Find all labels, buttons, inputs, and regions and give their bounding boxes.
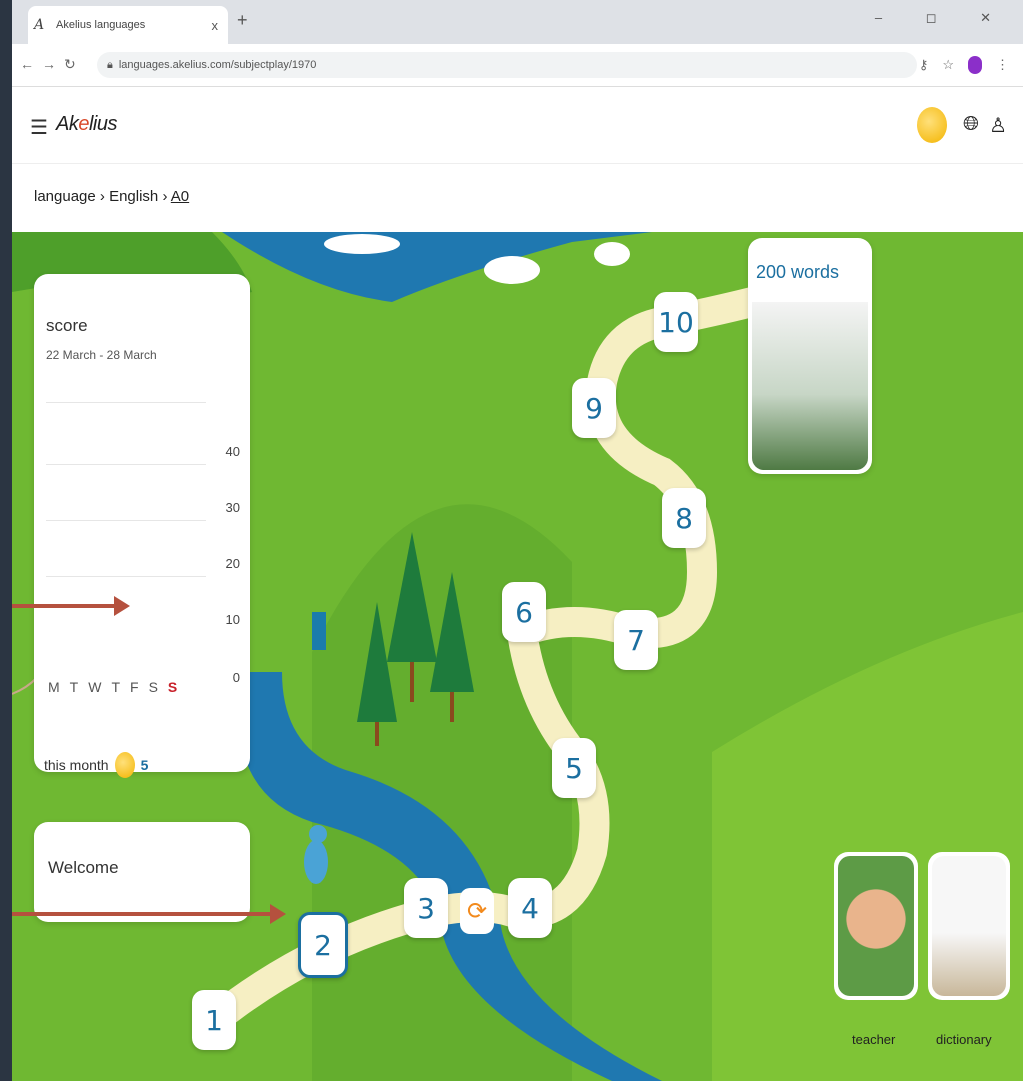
coin-icon[interactable] — [917, 107, 947, 143]
slide-background-strip — [0, 0, 12, 1081]
goal-photo — [752, 302, 868, 470]
back-icon[interactable]: ← — [20, 56, 34, 72]
forward-icon[interactable]: → — [42, 56, 56, 72]
breadcrumb-separator-icon: › — [162, 188, 168, 205]
url-field[interactable]: 🔒︎ languages.akelius.com/subjectplay/197… — [97, 52, 917, 78]
tab-close-icon[interactable]: x — [212, 18, 219, 33]
y-tick-label: 30 — [225, 500, 240, 515]
window-controls[interactable]: – ◻ ✕ — [875, 10, 1011, 26]
dictionary-label[interactable]: dictionary — [936, 1032, 992, 1047]
more-menu-icon[interactable]: ⋮ — [996, 57, 1009, 73]
hill-shape — [712, 612, 1023, 1081]
weekday-label: S — [148, 679, 158, 695]
user-profile-icon[interactable]: ♙ — [989, 113, 1007, 138]
step-3-button[interactable]: 3 — [404, 878, 448, 938]
chart-gridline — [46, 576, 206, 577]
weekday-label: M — [48, 679, 60, 695]
step-5-button[interactable]: 5 — [552, 738, 596, 798]
score-panel: score 22 March - 28 March 40 30 20 10 0 … — [34, 274, 326, 778]
cloud-shape — [594, 242, 630, 266]
annotation-arrow — [12, 904, 286, 924]
breadcrumb: language › English › A0 — [12, 164, 1023, 232]
learning-map: score 22 March - 28 March 40 30 20 10 0 … — [12, 232, 1023, 1081]
akelius-favicon-icon: A — [34, 17, 45, 33]
teacher-label[interactable]: teacher — [852, 1032, 895, 1047]
breadcrumb-separator-icon: › — [99, 188, 105, 205]
weekday-label-today: S — [167, 679, 178, 695]
app-header: ☰ Akelius 🌐︎ ♙ — [12, 87, 1023, 164]
lock-icon: 🔒︎ — [107, 58, 113, 71]
screenshot-frame: A Akelius languages x + – ◻ ✕ ← → ↻ 🔒︎ l… — [0, 0, 1023, 1081]
step-10-button[interactable]: 10 — [654, 292, 698, 352]
month-label: this month — [44, 757, 109, 773]
step-7-button[interactable]: 7 — [614, 610, 658, 670]
step-4-button[interactable]: 4 — [508, 878, 552, 938]
weekday-label: W — [88, 679, 102, 695]
logo-accent: e — [78, 113, 89, 135]
breadcrumb-english[interactable]: English — [109, 188, 158, 205]
y-tick-label: 10 — [225, 612, 240, 627]
globe-icon[interactable]: 🌐︎ — [963, 113, 979, 136]
weekday-labels: M T W T F S S — [48, 679, 177, 695]
chart-gridline — [46, 402, 206, 403]
score-date-range: 22 March - 28 March — [46, 348, 157, 362]
y-tick-label: 40 — [225, 444, 240, 459]
logo-part: Ak — [56, 113, 79, 135]
dictionary-card[interactable] — [928, 852, 1010, 1000]
profile-avatar-icon[interactable] — [968, 56, 982, 74]
chart-gridline — [46, 520, 206, 521]
step-9-button[interactable]: 9 — [572, 378, 616, 438]
tab-title: Akelius languages — [56, 19, 146, 31]
star-icon[interactable]: ☆ — [942, 57, 954, 73]
monthly-score: this month 5 — [44, 752, 148, 778]
cloud-shape — [484, 256, 540, 284]
browser-tab-bar: A Akelius languages x + – ◻ ✕ — [12, 0, 1023, 44]
lake-shape — [222, 232, 652, 302]
step-6-button[interactable]: 6 — [502, 582, 546, 642]
teacher-photo — [838, 856, 914, 996]
reload-icon[interactable]: ↻ — [64, 56, 76, 73]
logo-part: lius — [88, 113, 118, 135]
y-tick-label: 0 — [232, 670, 240, 685]
y-tick-label: 20 — [225, 556, 240, 571]
step-1-button[interactable]: 1 — [192, 990, 236, 1050]
annotation-arrow — [12, 596, 130, 616]
browser-address-bar: ← → ↻ 🔒︎ languages.akelius.com/subjectpl… — [12, 44, 1023, 87]
dictionary-photo — [932, 856, 1006, 996]
akelius-logo[interactable]: Akelius — [56, 113, 117, 136]
coin-icon — [114, 752, 135, 778]
new-tab-button[interactable]: + — [237, 10, 248, 31]
goal-card[interactable]: 200 words — [748, 238, 872, 474]
breadcrumb-language[interactable]: language — [34, 188, 96, 205]
dolphin-mascot-icon — [304, 825, 328, 884]
month-value: 5 — [140, 757, 149, 773]
breadcrumb-a0[interactable]: A0 — [171, 188, 189, 205]
chart-gridline — [46, 464, 206, 465]
step-8-button[interactable]: 8 — [662, 488, 706, 548]
score-title: score — [46, 316, 88, 335]
welcome-panel[interactable]: Welcome — [34, 822, 250, 922]
weekday-label: T — [111, 679, 121, 695]
cloud-shape — [324, 234, 400, 254]
weekday-label: T — [69, 679, 79, 695]
url-text: languages.akelius.com/subjectplay/1970 — [118, 59, 317, 71]
step-2-button[interactable]: 2 — [298, 912, 348, 978]
browser-toolbar-icons: ⚷ ☆ ⋮ — [919, 56, 1009, 74]
score-bar — [312, 612, 326, 650]
refresh-icon[interactable]: ⟳ — [460, 888, 494, 934]
hamburger-menu-icon[interactable]: ☰ — [30, 115, 48, 140]
welcome-title: Welcome — [48, 858, 119, 877]
weekday-label: F — [130, 679, 139, 695]
key-icon[interactable]: ⚷ — [919, 57, 929, 73]
teacher-card[interactable] — [834, 852, 918, 1000]
browser-tab[interactable]: A Akelius languages x — [28, 6, 228, 44]
goal-title: 200 words — [756, 262, 840, 282]
